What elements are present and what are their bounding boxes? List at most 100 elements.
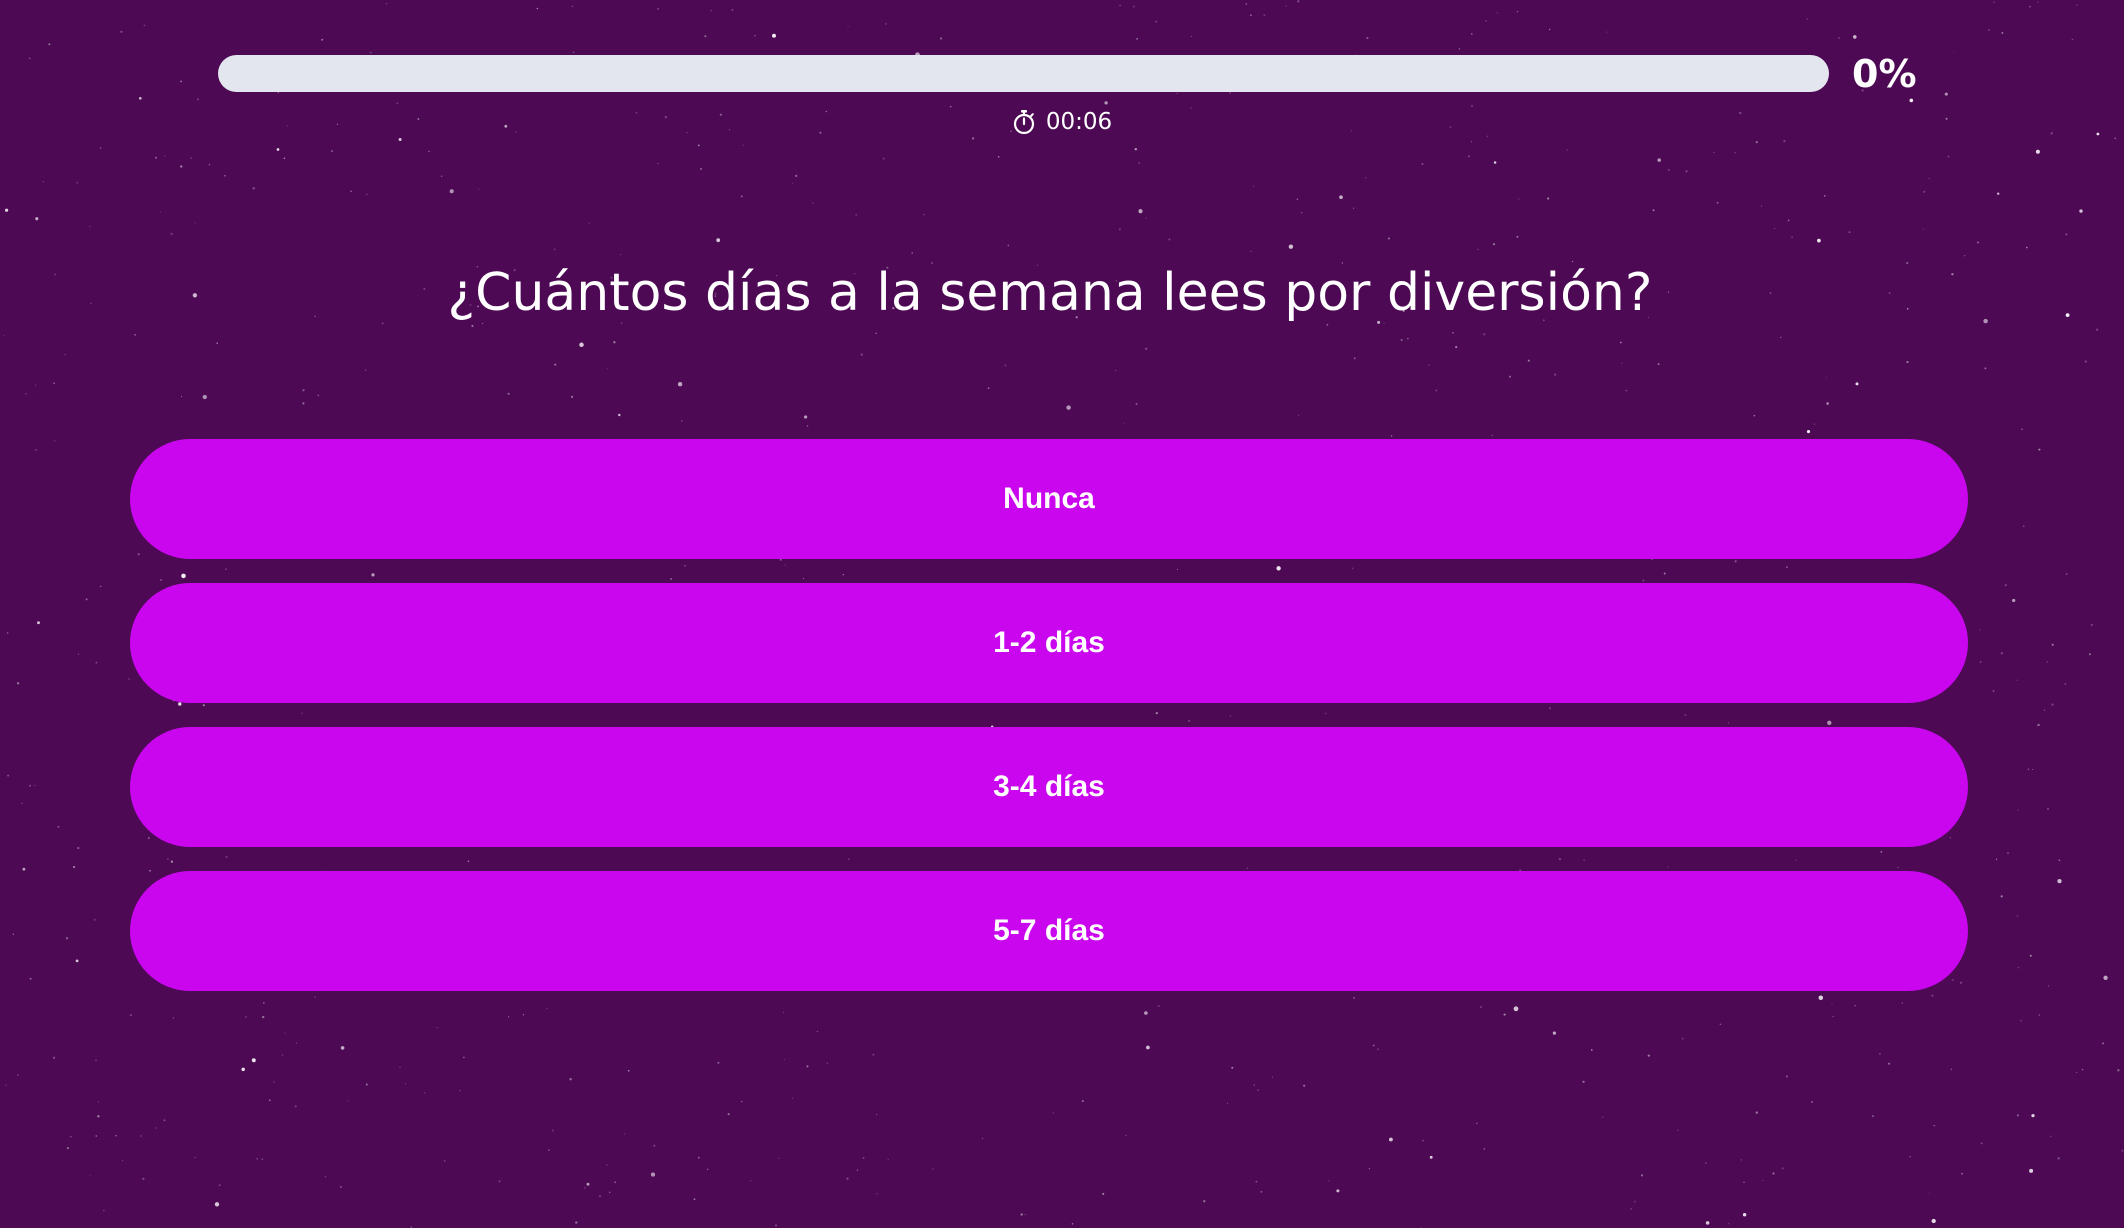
star-dot [1783, 139, 1786, 143]
star-dot [2000, 652, 2004, 655]
star-dot [1781, 1167, 1784, 1170]
star-dot [73, 865, 76, 869]
star-dot [1823, 195, 1826, 197]
star-dot [251, 1058, 256, 1063]
star-dot [507, 392, 510, 395]
star-dot [1145, 347, 1148, 350]
star-dot [1813, 423, 1816, 425]
star-dot [1606, 31, 1608, 33]
star-dot [180, 165, 183, 168]
star-dot [218, 1184, 221, 1187]
star-dot [812, 202, 814, 205]
star-dot [693, 1198, 696, 1201]
star-dot [1285, 5, 1287, 7]
answer-option-3-4-dias[interactable]: 3-4 días [130, 727, 1968, 847]
progress-section: 0% [218, 54, 1918, 94]
star-dot [1657, 363, 1660, 366]
star-dot [102, 1209, 105, 1212]
star-dot [1455, 346, 1458, 349]
star-dot [1647, 1054, 1650, 1057]
star-dot [1387, 237, 1390, 240]
star-dot [53, 382, 56, 385]
timer: 00:06 [0, 104, 2124, 140]
star-dot [69, 1135, 72, 1138]
answer-option-1-2-dias[interactable]: 1-2 días [130, 583, 1968, 703]
star-dot [806, 425, 809, 427]
star-dot [1872, 1115, 1874, 1118]
star-dot [2051, 643, 2054, 646]
star-dot [772, 33, 776, 38]
star-dot [1848, 231, 1851, 233]
star-dot [707, 1168, 709, 1170]
star-dot [1944, 92, 1948, 96]
star-dot [2090, 623, 2093, 626]
star-dot [1231, 1066, 1234, 1069]
star-dot [717, 1061, 720, 1064]
star-dot [1138, 162, 1141, 164]
star-dot [1879, 1053, 1881, 1055]
star-dot [554, 363, 557, 366]
star-dot [89, 1175, 91, 1177]
star-dot [754, 34, 756, 37]
star-dot [57, 825, 60, 828]
star-dot [2036, 724, 2038, 727]
star-dot [1496, 12, 1498, 14]
star-dot [1245, 3, 1248, 5]
star-dot [2051, 703, 2054, 706]
star-dot [2037, 1, 2039, 3]
star-dot [443, 1160, 446, 1162]
star-dot [2046, 661, 2048, 663]
progress-bar [218, 55, 1829, 92]
star-dot [2088, 653, 2091, 656]
star-dot [330, 149, 334, 153]
star-dot [1853, 35, 1857, 39]
star-dot [224, 174, 226, 177]
answer-option-5-7-dias[interactable]: 5-7 días [130, 871, 1968, 991]
star-dot [1753, 414, 1756, 417]
star-dot [1963, 255, 1966, 257]
star-dot [498, 1180, 501, 1183]
star-dot [142, 1177, 145, 1180]
star-dot [1787, 219, 1790, 222]
star-dot [1132, 5, 1136, 8]
star-dot [1755, 141, 1758, 144]
star-dot [1365, 177, 1367, 179]
star-dot [1755, 1111, 1759, 1114]
star-dot [1336, 1189, 1340, 1193]
star-dot [180, 396, 183, 398]
star-dot [1134, 147, 1138, 151]
star-dot [1953, 51, 1955, 53]
star-dot [862, 1156, 865, 1159]
answer-option-nunca[interactable]: Nunca [130, 439, 1968, 559]
star-dot [64, 353, 66, 356]
star-dot [1339, 195, 1343, 200]
star-dot [281, 1054, 284, 1056]
star-dot [2084, 360, 2087, 363]
star-dot [170, 232, 173, 236]
star-dot [2065, 233, 2068, 236]
star-dot [1400, 338, 1403, 342]
star-dot [35, 449, 37, 451]
star-dot [172, 1017, 175, 1019]
star-dot [697, 1156, 700, 1159]
star-dot [2075, 1071, 2078, 1074]
star-dot [608, 1191, 611, 1194]
star-dot [876, 1193, 878, 1195]
star-dot [284, 1032, 286, 1034]
star-dot [1081, 1100, 1084, 1103]
star-dot [1979, 661, 1982, 663]
star-dot [100, 585, 102, 588]
star-dot [932, 1168, 934, 1170]
star-dot [1257, 1089, 1259, 1091]
star-dot [2064, 682, 2067, 685]
star-dot [1115, 369, 1117, 372]
star-dot [190, 157, 193, 159]
star-dot [613, 341, 616, 344]
star-dot [1933, 1124, 1935, 1127]
star-dot [1547, 197, 1550, 200]
star-dot [847, 25, 849, 27]
star-dot [2047, 985, 2050, 987]
star-dot [143, 24, 146, 27]
star-dot [1470, 33, 1473, 35]
star-dot [1640, 1174, 1644, 1177]
